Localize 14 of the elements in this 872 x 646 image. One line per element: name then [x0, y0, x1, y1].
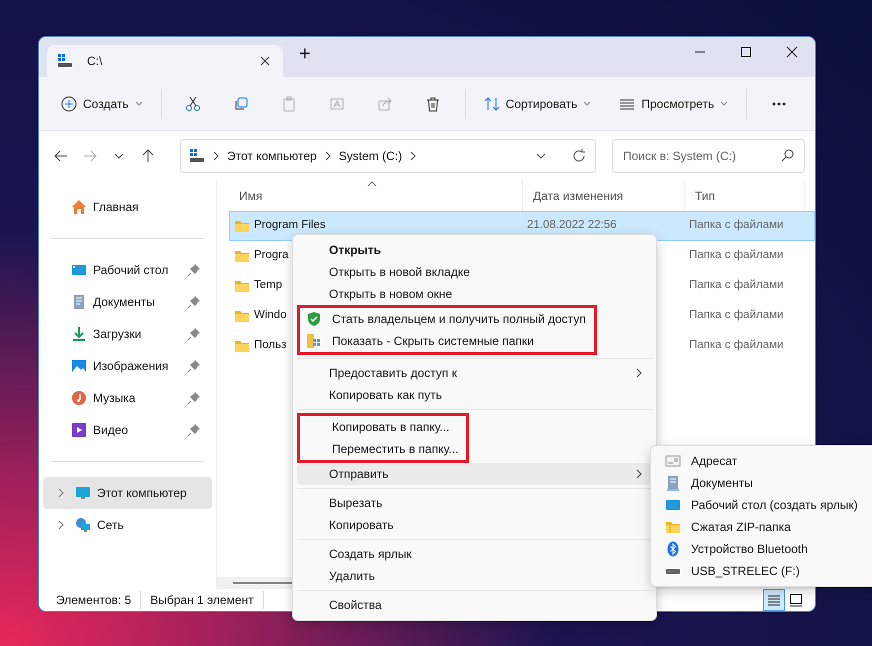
type-cell-text: Папка с файлами	[689, 278, 784, 294]
type-cell-text: Папка с файлами	[689, 338, 784, 354]
type-cell-text: Папка с файлами	[689, 308, 784, 324]
type-cell-text: Папка с файлами	[689, 248, 784, 264]
tab-title: C:\	[87, 53, 104, 70]
date-cell-text: 21.08.2022 22:56	[527, 218, 617, 234]
status-text: Выбран 1 элемент	[141, 591, 264, 609]
status-text: Элементов: 5	[47, 591, 142, 609]
file-name: Windo	[254, 308, 287, 324]
file-name: Польз	[254, 338, 286, 354]
file-name: Progra	[254, 248, 289, 264]
type-cell-text: Папка с файлами	[689, 218, 784, 234]
file-name: Program Files	[254, 218, 326, 234]
file-name: Temp	[254, 278, 282, 294]
